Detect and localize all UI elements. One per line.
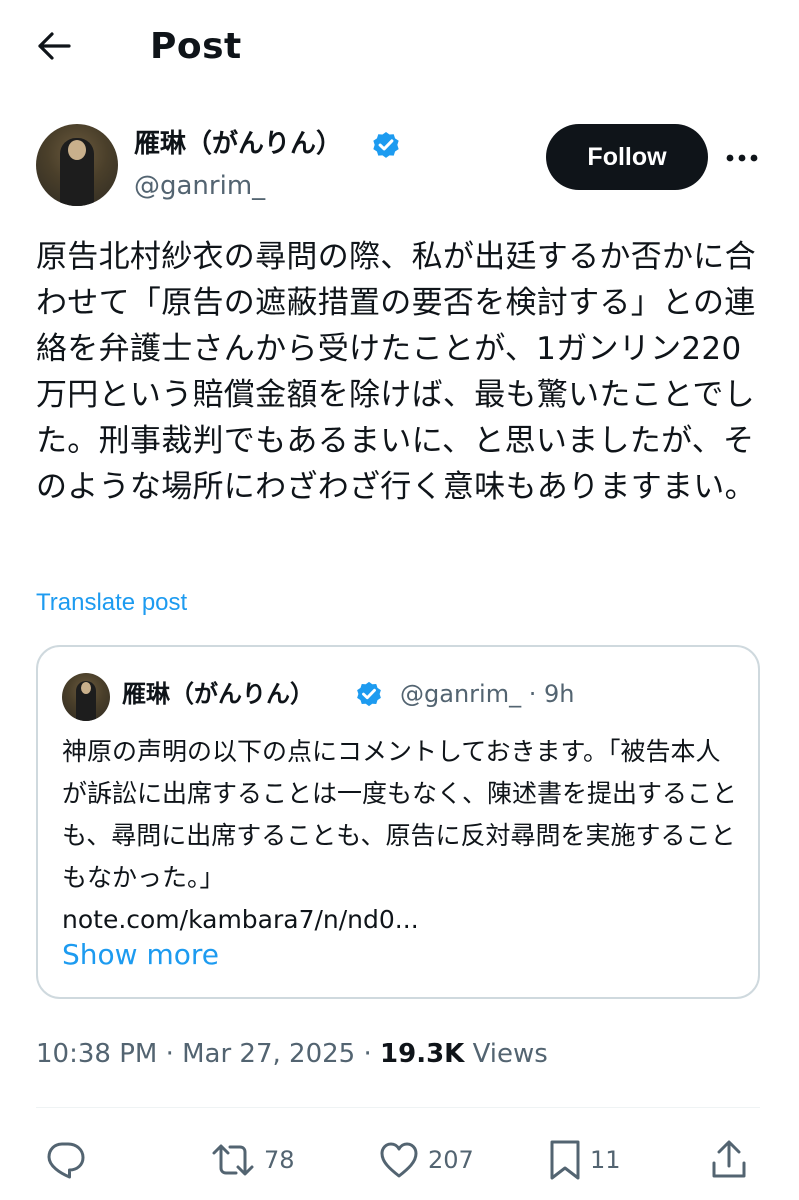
repost-button[interactable]: 78 bbox=[210, 1132, 295, 1188]
follow-button[interactable]: Follow bbox=[546, 124, 708, 190]
meta-separator: · bbox=[363, 1039, 372, 1069]
quote-text: 神原の声明の以下の点にコメントしておきます。「被告本人が訴訟に出席することは一度… bbox=[62, 737, 738, 892]
author-name[interactable]: 雁琳（がんりん） bbox=[134, 126, 342, 162]
translate-post-link[interactable]: Translate post bbox=[36, 586, 187, 620]
views-label: Views bbox=[472, 1039, 548, 1069]
post-meta: 10:38 PM · Mar 27, 2025 · 19.3K Views bbox=[36, 1036, 548, 1072]
back-button[interactable] bbox=[30, 24, 78, 72]
post-date[interactable]: Mar 27, 2025 bbox=[182, 1039, 355, 1069]
quote-text-block: 神原の声明の以下の点にコメントしておきます。「被告本人が訴訟に出席することは一度… bbox=[62, 731, 742, 941]
quote-time: 9h bbox=[544, 680, 575, 708]
author-handle[interactable]: @ganrim_ bbox=[134, 168, 265, 204]
share-icon bbox=[710, 1139, 748, 1181]
quoted-post-card[interactable]: 雁琳（がんりん） @ganrim_ · 9h 神原の声明の以下の点にコメントして… bbox=[36, 645, 760, 999]
share-button[interactable] bbox=[710, 1132, 748, 1188]
reply-icon bbox=[44, 1140, 86, 1180]
more-horizontal-icon bbox=[725, 148, 759, 167]
verified-badge-icon bbox=[354, 680, 384, 710]
quote-avatar bbox=[62, 673, 110, 721]
page-title: Post bbox=[150, 26, 242, 67]
reply-button[interactable] bbox=[44, 1132, 86, 1188]
heart-icon bbox=[378, 1140, 420, 1180]
top-bar: Post bbox=[0, 0, 799, 96]
show-more-link[interactable]: Show more bbox=[62, 937, 219, 973]
arrow-left-icon bbox=[37, 31, 71, 65]
views-count: 19.3K bbox=[380, 1039, 465, 1069]
verified-badge-icon bbox=[370, 130, 402, 162]
avatar[interactable] bbox=[36, 124, 118, 206]
meta-separator: · bbox=[165, 1039, 174, 1069]
bookmark-icon bbox=[548, 1139, 582, 1181]
post-time[interactable]: 10:38 PM bbox=[36, 1039, 157, 1069]
divider bbox=[36, 1107, 760, 1108]
like-count: 207 bbox=[428, 1146, 474, 1174]
like-button[interactable]: 207 bbox=[378, 1132, 474, 1188]
repost-icon bbox=[210, 1140, 256, 1180]
more-options-button[interactable] bbox=[722, 142, 762, 172]
action-bar: 78 207 11 bbox=[0, 1132, 799, 1188]
repost-count: 78 bbox=[264, 1146, 295, 1174]
post-text: 原告北村紗衣の尋問の際、私が出廷するか否かに合わせて「原告の遮蔽措置の要否を検討… bbox=[36, 239, 756, 505]
quote-link[interactable]: note.com/kambara7/n/nd0... bbox=[62, 899, 742, 941]
bookmark-count: 11 bbox=[590, 1146, 621, 1174]
quote-author-name: 雁琳（がんりん） bbox=[122, 680, 314, 708]
quote-separator: · bbox=[528, 680, 537, 708]
bookmark-button[interactable]: 11 bbox=[548, 1132, 621, 1188]
quote-author-handle: @ganrim_ bbox=[400, 680, 522, 708]
quote-meta: @ganrim_ · 9h bbox=[400, 677, 574, 711]
author-row: 雁琳（がんりん） @ganrim_ Follow bbox=[0, 118, 799, 218]
